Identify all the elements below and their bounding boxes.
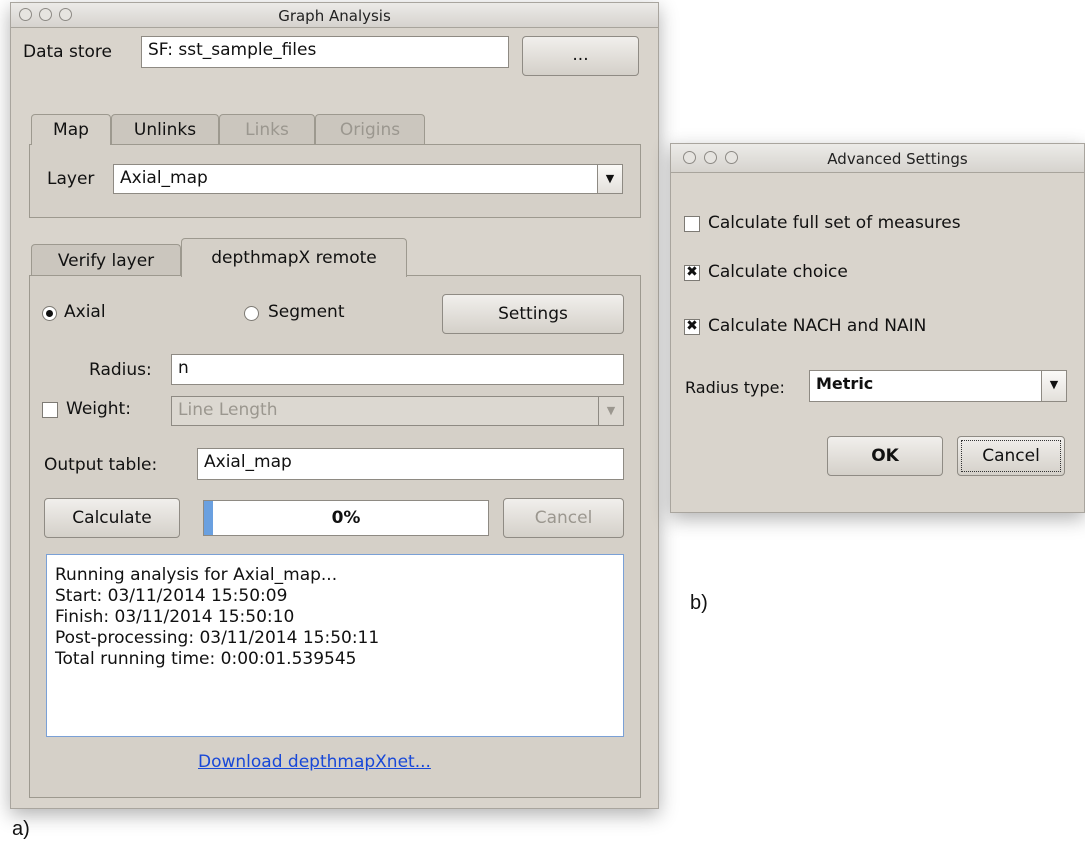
window-title: Advanced Settings bbox=[827, 150, 968, 168]
tab-verify-layer[interactable]: Verify layer bbox=[31, 244, 181, 276]
close-window-icon[interactable] bbox=[683, 151, 696, 164]
log-line: Start: 03/11/2014 15:50:09 bbox=[55, 586, 288, 606]
choice-label: Calculate choice bbox=[708, 262, 848, 282]
weight-label: Weight: bbox=[66, 399, 131, 419]
graph-analysis-titlebar: Graph Analysis bbox=[11, 3, 658, 28]
layer-label: Layer bbox=[47, 169, 95, 189]
weight-select: Line Length ▼ bbox=[171, 396, 624, 426]
progress-bar: 0% bbox=[203, 500, 489, 536]
chevron-down-icon[interactable]: ▼ bbox=[597, 165, 622, 193]
browse-button[interactable]: ... bbox=[522, 36, 639, 76]
chevron-down-icon: ▼ bbox=[598, 397, 623, 425]
window-title: Graph Analysis bbox=[278, 7, 391, 25]
cancel-button: Cancel bbox=[503, 498, 624, 538]
progress-text: 0% bbox=[331, 508, 361, 528]
tab-origins: Origins bbox=[315, 114, 425, 145]
full-measures-label: Calculate full set of measures bbox=[708, 213, 961, 233]
depthmapx-remote-panel: Axial Segment Settings Radius: n Weight:… bbox=[29, 275, 641, 798]
log-line: Total running time: 0:00:01.539545 bbox=[55, 649, 357, 669]
tab-map[interactable]: Map bbox=[31, 114, 111, 145]
choice-checkbox[interactable]: ✖ bbox=[684, 265, 700, 281]
log-line: Running analysis for Axial_map... bbox=[55, 565, 338, 585]
radius-type-value: Metric bbox=[816, 374, 874, 393]
advanced-cancel-button[interactable]: Cancel bbox=[957, 436, 1065, 476]
advanced-settings-window: Advanced Settings Calculate full set of … bbox=[670, 143, 1085, 513]
full-measures-checkbox[interactable] bbox=[684, 216, 700, 232]
ok-button[interactable]: OK bbox=[827, 436, 943, 476]
layer-select[interactable]: Axial_map ▼ bbox=[113, 164, 623, 194]
analysis-log: Running analysis for Axial_map... Start:… bbox=[46, 554, 624, 737]
log-line: Finish: 03/11/2014 15:50:10 bbox=[55, 607, 295, 627]
radius-input[interactable]: n bbox=[171, 354, 624, 385]
radius-label: Radius: bbox=[89, 360, 152, 380]
tab-links: Links bbox=[219, 114, 315, 145]
layer-select-value: Axial_map bbox=[120, 168, 208, 188]
graph-analysis-window: Graph Analysis Data store SF: sst_sample… bbox=[10, 2, 659, 809]
log-line: Post-processing: 03/11/2014 15:50:11 bbox=[55, 628, 380, 648]
radius-type-select[interactable]: Metric ▼ bbox=[809, 370, 1067, 402]
segment-radio[interactable] bbox=[244, 306, 259, 321]
data-store-label: Data store bbox=[23, 42, 112, 62]
calculate-button[interactable]: Calculate bbox=[44, 498, 180, 538]
nach-nain-label: Calculate NACH and NAIN bbox=[708, 316, 927, 336]
radius-type-label: Radius type: bbox=[685, 378, 785, 397]
weight-select-value: Line Length bbox=[178, 400, 278, 420]
tab-depthmapx-remote[interactable]: depthmapX remote bbox=[181, 238, 407, 277]
map-tab-panel: Layer Axial_map ▼ bbox=[29, 144, 641, 218]
output-table-input[interactable]: Axial_map bbox=[197, 448, 624, 480]
download-depthmapxnet-link[interactable]: Download depthmapXnet... bbox=[198, 752, 431, 772]
data-store-input[interactable]: SF: sst_sample_files bbox=[141, 36, 509, 68]
output-table-label: Output table: bbox=[44, 455, 158, 475]
axial-radio-label: Axial bbox=[64, 302, 106, 322]
settings-button[interactable]: Settings bbox=[442, 294, 624, 334]
caption-a: a) bbox=[12, 818, 30, 840]
caption-b: b) bbox=[690, 592, 708, 614]
weight-checkbox[interactable] bbox=[42, 402, 58, 418]
segment-radio-label: Segment bbox=[268, 302, 345, 322]
advanced-settings-titlebar: Advanced Settings bbox=[671, 144, 1084, 173]
tab-unlinks[interactable]: Unlinks bbox=[111, 114, 219, 145]
axial-radio[interactable] bbox=[42, 306, 57, 321]
chevron-down-icon[interactable]: ▼ bbox=[1041, 371, 1066, 401]
nach-nain-checkbox[interactable]: ✖ bbox=[684, 319, 700, 335]
